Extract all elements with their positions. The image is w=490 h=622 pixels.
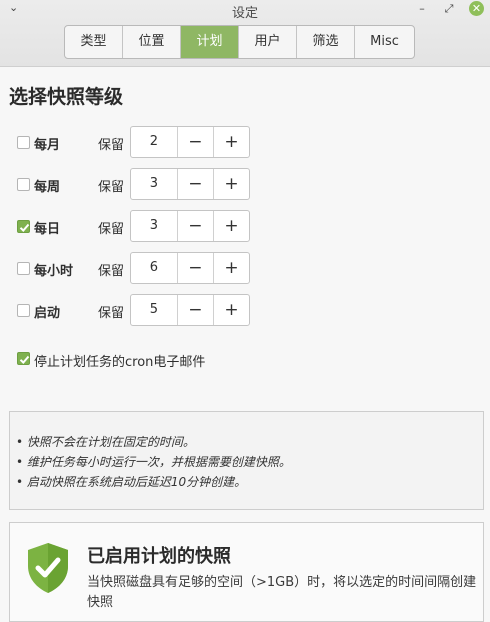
info-line: • 启动快照在系统启动后延迟10分钟创建。 (16, 475, 247, 489)
daily-checkbox[interactable] (17, 220, 30, 233)
schedule-row-boot: 启动 保留 5 − + (0, 294, 490, 328)
monthly-decrement-button[interactable]: − (178, 127, 214, 157)
boot-keep-stepper: 5 − + (130, 294, 250, 326)
cron-email-label: 停止计划任务的cron电子邮件 (34, 355, 206, 370)
tab-schedule[interactable]: 计划 (181, 26, 239, 58)
checkmark-icon (19, 355, 30, 364)
schedule-info-box: • 快照不会在计划在固定的时间。 • 维护任务每小时运行一次，并根据需要创建快照… (9, 411, 484, 510)
hourly-label: 每小时 (34, 264, 74, 279)
checkmark-icon (19, 223, 30, 232)
monthly-increment-button[interactable]: + (214, 127, 249, 157)
weekly-decrement-button[interactable]: − (178, 169, 214, 199)
tab-misc[interactable]: Misc (355, 26, 414, 58)
hourly-decrement-button[interactable]: − (178, 253, 214, 283)
close-icon[interactable]: ✕ (469, 1, 484, 16)
daily-keep-stepper: 3 − + (130, 210, 250, 242)
boot-keep-value[interactable]: 5 (131, 295, 178, 325)
title-bar: ⌄ 设定 – ⤢ ✕ 类型 位置 计划 用户 筛选 Misc (0, 0, 490, 67)
info-line: • 快照不会在计划在固定的时间。 (16, 435, 195, 449)
boot-increment-button[interactable]: + (214, 295, 249, 325)
keep-label: 保留 (98, 222, 125, 237)
daily-keep-value[interactable]: 3 (131, 211, 178, 241)
weekly-label: 每周 (34, 180, 61, 195)
monthly-keep-stepper: 2 − + (130, 126, 250, 158)
tab-type[interactable]: 类型 (65, 26, 123, 58)
schedule-row-daily: 每日 保留 3 − + (0, 210, 490, 244)
daily-decrement-button[interactable]: − (178, 211, 214, 241)
monthly-keep-value[interactable]: 2 (131, 127, 178, 157)
section-title: 选择快照等级 (9, 86, 124, 108)
info-line: • 维护任务每小时运行一次，并根据需要创建快照。 (16, 455, 291, 469)
boot-checkbox[interactable] (17, 304, 30, 317)
hourly-keep-stepper: 6 − + (130, 252, 250, 284)
status-title: 已启用计划的快照 (87, 546, 231, 567)
schedule-row-hourly: 每小时 保留 6 − + (0, 252, 490, 286)
monthly-label: 每月 (34, 138, 61, 153)
schedule-row-weekly: 每周 保留 3 − + (0, 168, 490, 202)
boot-decrement-button[interactable]: − (178, 295, 214, 325)
boot-label: 启动 (34, 306, 61, 321)
weekly-keep-stepper: 3 − + (130, 168, 250, 200)
schedule-status-box: 已启用计划的快照 当快照磁盘具有足够的空间（>1GB）时，将以选定的时间间隔创建… (9, 522, 484, 622)
hourly-checkbox[interactable] (17, 262, 30, 275)
cron-email-row: 停止计划任务的cron电子邮件 (0, 349, 490, 373)
tab-bar: 类型 位置 计划 用户 筛选 Misc (64, 25, 415, 59)
weekly-checkbox[interactable] (17, 178, 30, 191)
daily-label: 每日 (34, 222, 61, 237)
shield-check-icon (28, 543, 68, 593)
status-description: 当快照磁盘具有足够的空间（>1GB）时，将以选定的时间间隔创建快照 (87, 575, 477, 610)
weekly-increment-button[interactable]: + (214, 169, 249, 199)
keep-label: 保留 (98, 306, 125, 321)
weekly-keep-value[interactable]: 3 (131, 169, 178, 199)
schedule-row-monthly: 每月 保留 2 − + (0, 126, 490, 160)
tab-location[interactable]: 位置 (123, 26, 181, 58)
hourly-increment-button[interactable]: + (214, 253, 249, 283)
minimize-icon[interactable]: – (414, 1, 430, 17)
keep-label: 保留 (98, 264, 125, 279)
tab-filters[interactable]: 筛选 (297, 26, 355, 58)
tab-users[interactable]: 用户 (239, 26, 297, 58)
maximize-icon[interactable]: ⤢ (441, 1, 457, 17)
cron-email-checkbox[interactable] (17, 352, 30, 365)
monthly-checkbox[interactable] (17, 136, 30, 149)
keep-label: 保留 (98, 180, 125, 195)
keep-label: 保留 (98, 138, 125, 153)
daily-increment-button[interactable]: + (214, 211, 249, 241)
hourly-keep-value[interactable]: 6 (131, 253, 178, 283)
